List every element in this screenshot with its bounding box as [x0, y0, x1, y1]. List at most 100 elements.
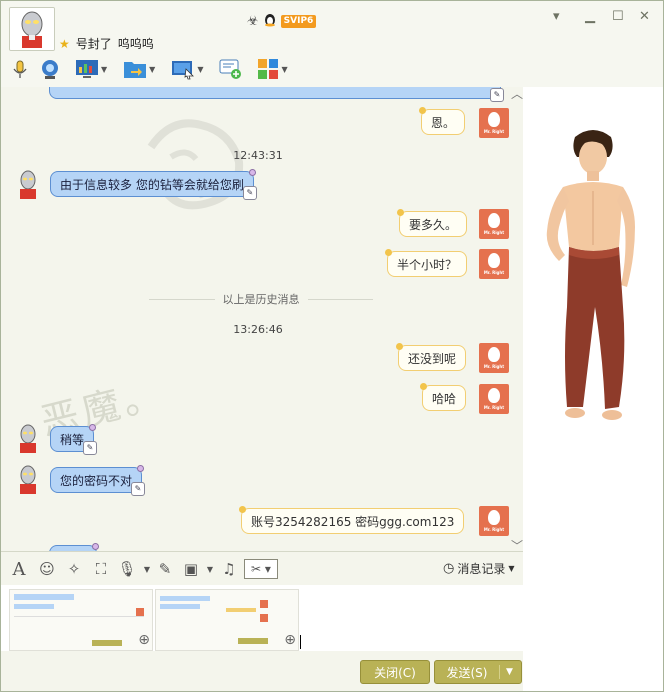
self-avatar[interactable]: Mr. Right: [479, 384, 509, 414]
emoji-icon[interactable]: ☺: [37, 559, 57, 579]
contact-avatar-small[interactable]: [13, 169, 43, 199]
chevron-down-icon[interactable]: ▼: [149, 65, 155, 74]
chat-header: ☣ SVIP6 ▾ ▁ ☐ ✕ ★ 号封了 呜呜呜 ▼ ▼ ▼ ▼: [1, 1, 663, 87]
collapse-up-icon[interactable]: ︿: [511, 87, 523, 102]
pasted-screenshot-thumbnail[interactable]: ⊕: [155, 589, 299, 651]
microphone-icon: [13, 60, 27, 78]
contact-nickname[interactable]: 号封了: [76, 35, 112, 52]
bottom-bar: 关闭(C) 发送(S) ▼: [1, 651, 523, 691]
minimize-icon[interactable]: ▁: [585, 9, 595, 24]
bubble-pin-icon: [396, 343, 403, 350]
bubble-pin-icon: [385, 249, 392, 256]
bubble-pin-icon: [397, 209, 404, 216]
message-text: 还没到呢: [408, 352, 457, 366]
message-text: 稍等: [60, 433, 85, 447]
text-caret: [300, 635, 301, 649]
chat-message-area[interactable]: 恶魔。 ✎ ︿ 恩。 Mr. Right 12:43:31 由于信息较多 您的钻…: [1, 87, 523, 551]
message-text: 要多久。: [409, 218, 458, 232]
contact-avatar-small[interactable]: [13, 464, 43, 494]
self-avatar[interactable]: Mr. Right: [479, 209, 509, 239]
history-label: 以上是历史消息: [222, 293, 300, 306]
message-bubble-right: 还没到呢: [396, 343, 467, 371]
maximize-icon[interactable]: ☐: [612, 9, 624, 24]
title-badges: ☣ SVIP6: [247, 12, 317, 31]
message-bubble-left: 稍等 ✎: [50, 424, 98, 455]
image-icon[interactable]: ▣: [181, 559, 201, 579]
self-avatar[interactable]: Mr. Right: [479, 249, 509, 279]
magic-icon[interactable]: ✧: [64, 559, 84, 579]
contact-avatar[interactable]: [9, 7, 55, 51]
bubble-pin-icon: [239, 506, 246, 513]
add-contact-icon: [219, 59, 242, 79]
voice-call-button[interactable]: [9, 58, 31, 80]
font-icon[interactable]: A: [9, 559, 29, 580]
bubble-edit-icon: ✎: [83, 441, 98, 455]
dropdown-menu-icon[interactable]: ▾: [553, 9, 560, 24]
person-figure-image: [546, 130, 635, 420]
remote-desktop-button[interactable]: ▼: [171, 58, 203, 80]
add-contact-button[interactable]: [219, 58, 243, 80]
apps-button[interactable]: ▼: [257, 58, 288, 80]
self-avatar[interactable]: Mr. Right: [479, 343, 509, 373]
pasted-screenshot-thumbnail[interactable]: ⊕: [9, 589, 153, 651]
bubble-pin-icon: [420, 383, 427, 390]
file-transfer-button[interactable]: ▼: [123, 58, 155, 80]
remote-desktop-icon: [172, 61, 195, 80]
message-bubble-right: 恩。: [419, 107, 466, 135]
send-options-chevron-icon[interactable]: ▼: [499, 665, 513, 679]
chevron-down-icon[interactable]: ▼: [200, 559, 220, 579]
message-text: 由于信息较多 您的钻等会就给您刷: [60, 178, 244, 192]
send-label: 发送(S): [446, 666, 488, 680]
video-call-button[interactable]: [39, 58, 61, 80]
chevron-down-icon[interactable]: ▼: [101, 65, 107, 74]
apps-icon: [258, 59, 279, 79]
screenshot-icon[interactable]: ⛶: [91, 559, 111, 579]
voice-icon[interactable]: 🎙: [117, 559, 137, 579]
qq-chat-window: ☣ SVIP6 ▾ ▁ ☐ ✕ ★ 号封了 呜呜呜 ▼ ▼ ▼ ▼ 恶魔。 ✎ …: [0, 0, 664, 692]
bubble-pin-icon: [248, 169, 256, 176]
watermark-face-icon: [147, 119, 244, 210]
message-bubble-left: 由于信息较多 您的钻等会就给您刷 ✎: [50, 169, 257, 200]
contact-signature: 呜呜呜: [117, 37, 154, 51]
chevron-down-icon[interactable]: ▼: [137, 559, 157, 579]
file-transfer-icon: [124, 62, 147, 78]
message-input[interactable]: ⊕ ⊕: [1, 585, 523, 651]
message-bubble-left: 您的密码不对 ✎: [50, 465, 146, 496]
star-icon: ★: [59, 36, 70, 51]
message-record-button[interactable]: ◷ 消息记录 ▼: [443, 560, 515, 577]
message-text: 您的密码不对: [60, 474, 133, 488]
bubble-edit-icon: ✎: [490, 88, 504, 102]
bubble-edit-icon: ✎: [131, 482, 146, 496]
handwrite-icon[interactable]: ✎: [155, 559, 175, 579]
bubble-pin-icon: [89, 424, 97, 431]
zoom-in-icon[interactable]: ⊕: [284, 632, 296, 648]
message-bubble-right: 要多久。: [397, 209, 468, 237]
chevron-down-icon[interactable]: ▼: [281, 65, 287, 74]
scissors-icon[interactable]: ✂ ▾: [244, 559, 278, 579]
message-bubble-right: 账号3254282165 密码ggg.com123: [239, 506, 465, 534]
chevron-down-icon: ▼: [508, 564, 515, 573]
message-record-label: 消息记录: [457, 562, 506, 576]
self-avatar[interactable]: Mr. Right: [479, 108, 509, 138]
bubble-pin-icon: [419, 107, 426, 114]
svip-badge: SVIP6: [280, 15, 317, 28]
message-bubble-partial: ✎: [49, 87, 504, 102]
message-bubble-right: 半个小时？: [385, 249, 468, 277]
bubble-edit-icon: ✎: [242, 186, 257, 200]
message-text: 账号3254282165 密码ggg.com123: [251, 515, 455, 529]
collapse-down-icon[interactable]: ﹀: [511, 537, 523, 551]
zoom-in-icon[interactable]: ⊕: [138, 632, 150, 648]
message-text: 恩。: [431, 116, 456, 130]
self-avatar[interactable]: Mr. Right: [479, 506, 509, 536]
camera-icon: [42, 60, 58, 79]
history-divider: 以上是历史消息: [149, 291, 373, 307]
biohazard-icon: ☣: [247, 14, 259, 29]
close-button[interactable]: 关闭(C): [360, 660, 430, 684]
chevron-down-icon[interactable]: ▼: [197, 65, 203, 74]
close-icon[interactable]: ✕: [639, 9, 650, 24]
message-bubble-right: 哈哈: [420, 383, 467, 411]
contact-avatar-small[interactable]: [13, 423, 43, 453]
message-text: 哈哈: [432, 392, 457, 406]
music-icon[interactable]: ♫: [219, 559, 239, 579]
screen-share-button[interactable]: ▼: [75, 58, 107, 80]
